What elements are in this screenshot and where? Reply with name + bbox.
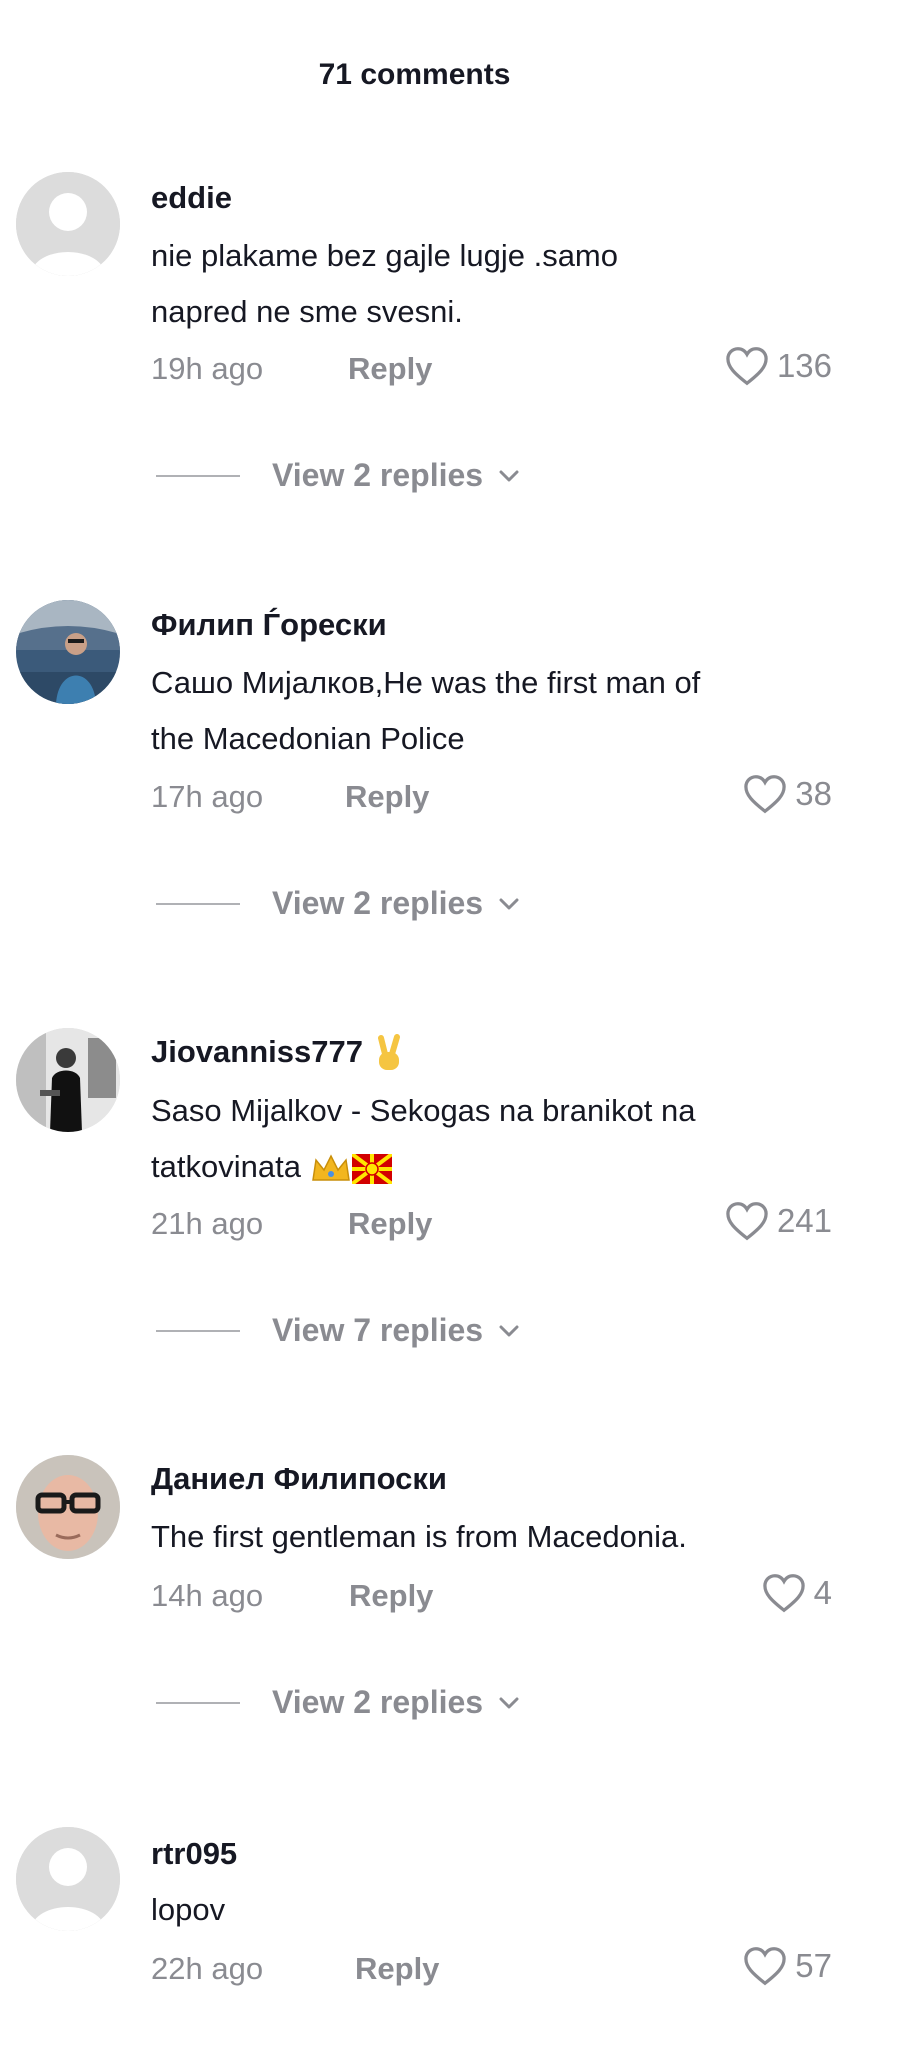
avatar[interactable] <box>16 1827 120 1931</box>
comment-text-line: Сашо Мијалков,He was the first man of <box>151 665 701 700</box>
comment-text: The first gentleman is from Macedonia. <box>151 1509 871 1565</box>
like-button[interactable]: 136 <box>725 346 832 386</box>
comment-username[interactable]: rtr095 <box>151 1836 237 1872</box>
view-replies-label: View 2 replies <box>272 885 484 921</box>
like-count: 38 <box>795 775 832 812</box>
like-count: 4 <box>813 1574 832 1611</box>
reply-button[interactable]: Reply <box>355 1951 439 1987</box>
comment-username[interactable]: Jiovanniss777 <box>151 1034 406 1074</box>
comment-text: nie plakame bez gajle lugje .samo napred… <box>151 228 871 340</box>
comment-timestamp: 17h ago <box>151 779 264 814</box>
view-replies-button[interactable]: View 2 replies <box>156 885 521 922</box>
view-replies-label: View 7 replies <box>272 1312 484 1348</box>
crown-icon <box>311 1154 350 1181</box>
comment-text: Сашо Мијалков,He was the first man of th… <box>151 655 871 767</box>
like-button[interactable]: 4 <box>762 1573 832 1613</box>
comment-timestamp: 19h ago <box>151 351 264 386</box>
heart-icon <box>726 347 768 386</box>
heart-icon <box>726 1202 768 1241</box>
user-photo-icon <box>16 1028 120 1132</box>
comment-text: Saso Mijalkov - Sekogas na branikot na t… <box>151 1083 871 1195</box>
comment-timestamp: 21h ago <box>151 1206 264 1241</box>
heart-icon <box>744 1947 787 1986</box>
macedonia-flag-icon <box>351 1153 392 1184</box>
divider-line <box>156 474 240 477</box>
comment-text-line: tatkovinata <box>151 1139 871 1195</box>
chevron-down-icon <box>499 898 519 909</box>
reply-button[interactable]: Reply <box>349 1578 433 1614</box>
chevron-down-icon <box>499 1697 519 1708</box>
reply-button[interactable]: Reply <box>348 351 432 387</box>
default-avatar-icon <box>16 1827 120 1931</box>
like-button[interactable]: 241 <box>725 1201 832 1241</box>
avatar[interactable] <box>16 172 120 276</box>
divider-line <box>156 902 240 905</box>
user-photo-icon <box>16 600 120 704</box>
divider-line <box>156 1329 240 1332</box>
victory-hand-icon <box>377 1034 400 1070</box>
view-replies-button[interactable]: View 2 replies <box>156 457 521 494</box>
avatar[interactable] <box>16 600 120 704</box>
reply-button[interactable]: Reply <box>345 779 429 815</box>
heart-icon <box>744 775 787 814</box>
like-count: 136 <box>776 347 832 384</box>
user-photo-icon <box>16 1455 120 1559</box>
like-button[interactable]: 57 <box>743 1946 832 1986</box>
view-replies-button[interactable]: View 2 replies <box>156 1684 521 1721</box>
view-replies-button[interactable]: View 7 replies <box>156 1312 521 1349</box>
avatar[interactable] <box>16 1455 120 1559</box>
comment-text-fragment: tatkovinata <box>151 1149 301 1184</box>
comment-username[interactable]: Даниел Филипоски <box>151 1461 447 1497</box>
comment-timestamp: 22h ago <box>151 1951 264 1986</box>
chevron-down-icon <box>499 470 519 481</box>
comment-text-line: nie plakame bez gajle lugje .samo <box>151 238 618 273</box>
comment-text-line: lopov <box>151 1892 226 1927</box>
view-replies-label: View 2 replies <box>272 1684 484 1720</box>
comment-text-line: The first gentleman is from Macedonia. <box>151 1519 687 1554</box>
comment-text-line: the Macedonian Police <box>151 721 465 756</box>
chevron-down-icon <box>499 1325 519 1336</box>
comment-text: lopov <box>151 1882 871 1938</box>
comment-timestamp: 14h ago <box>151 1578 264 1613</box>
avatar[interactable] <box>16 1028 120 1132</box>
username-text: Jiovanniss777 <box>151 1034 363 1070</box>
comment-text-line: Saso Mijalkov - Sekogas na branikot na <box>151 1093 696 1128</box>
comment-username[interactable]: Филип Ѓорески <box>151 607 387 643</box>
default-avatar-icon <box>16 172 120 276</box>
like-count: 57 <box>795 1947 832 1984</box>
reply-button[interactable]: Reply <box>348 1206 432 1242</box>
like-count: 241 <box>776 1202 832 1239</box>
like-button[interactable]: 38 <box>743 774 832 814</box>
comment-text-line: napred ne sme svesni. <box>151 294 463 329</box>
heart-icon <box>762 1574 805 1613</box>
divider-line <box>156 1701 240 1704</box>
comments-count-title: 71 comments <box>318 58 511 91</box>
view-replies-label: View 2 replies <box>272 457 484 493</box>
comment-username[interactable]: eddie <box>151 180 232 216</box>
